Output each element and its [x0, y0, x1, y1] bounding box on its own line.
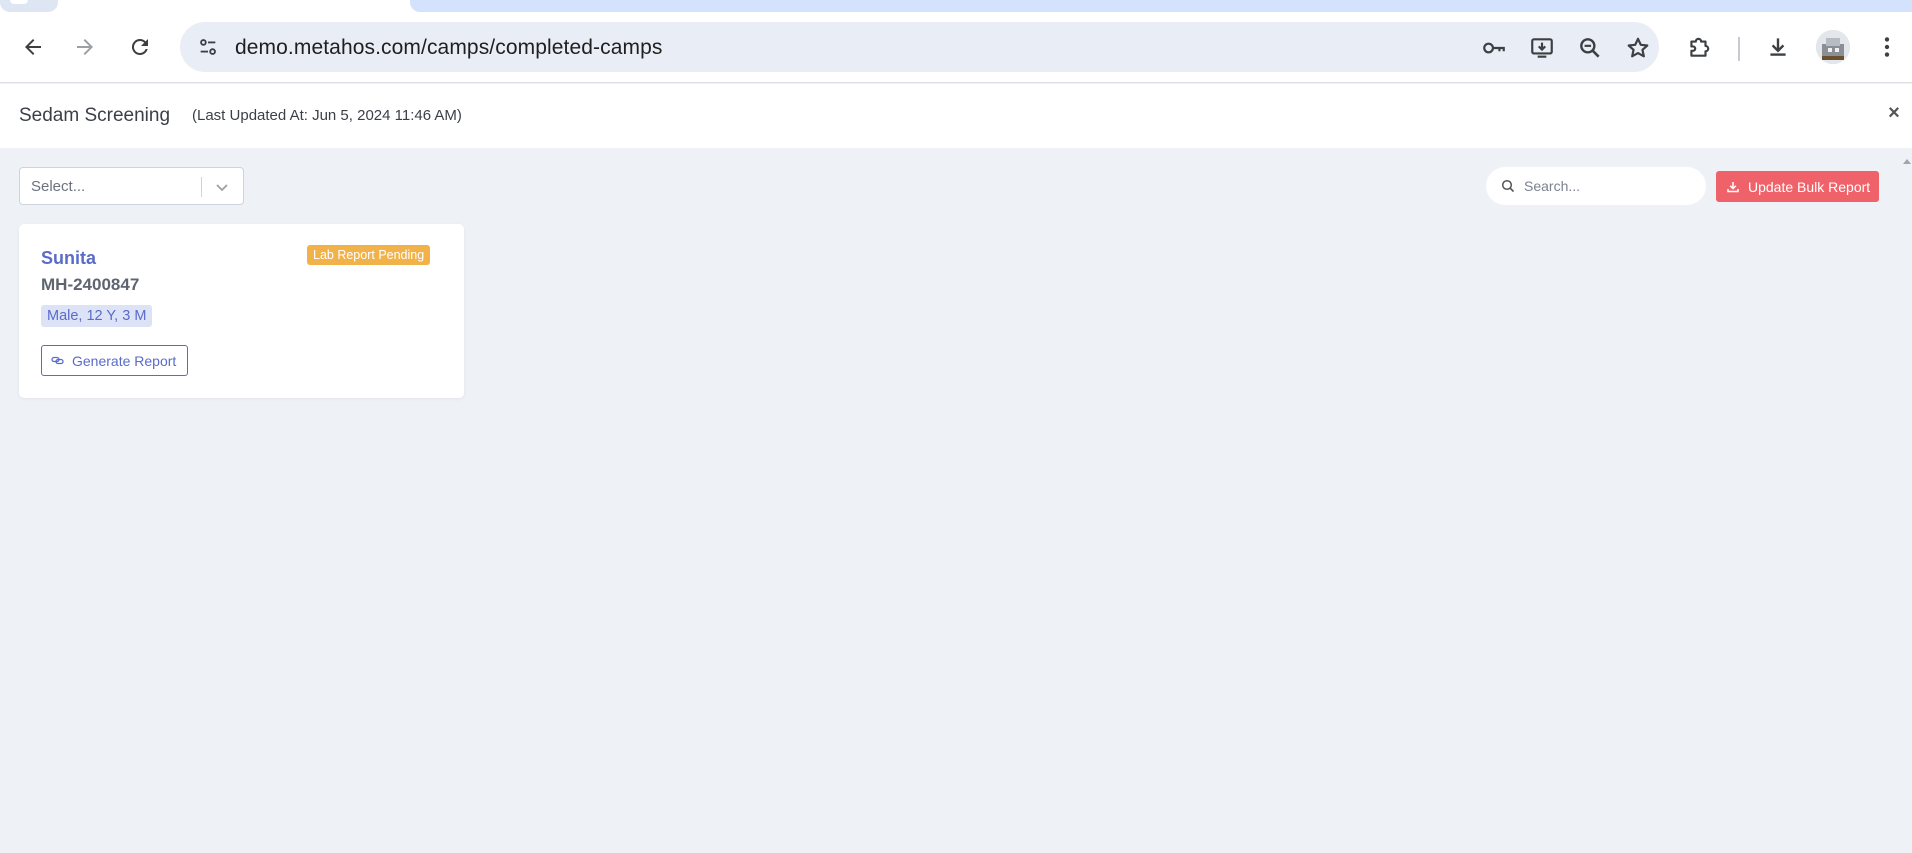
password-key-button[interactable]	[1478, 32, 1510, 64]
site-info-button[interactable]	[192, 31, 224, 63]
search-input[interactable]	[1524, 175, 1694, 197]
page-title: Sedam Screening	[19, 105, 171, 126]
scroll-up-arrow-icon[interactable]	[1902, 156, 1912, 166]
reload-button[interactable]	[122, 29, 158, 65]
toolbar-divider	[1738, 37, 1740, 61]
last-updated-text: (Last Updated At: Jun 5, 2024 11:46 AM)	[192, 107, 462, 124]
active-tab[interactable]	[0, 0, 58, 12]
tab-strip	[0, 0, 1912, 13]
install-app-button[interactable]	[1526, 32, 1558, 64]
back-button[interactable]	[15, 29, 51, 65]
more-vert-icon	[1884, 37, 1890, 57]
camp-filter-select[interactable]: Select...	[19, 167, 244, 205]
download-icon	[1726, 180, 1740, 194]
patient-card: Sunita Lab Report Pending MH-2400847 Mal…	[19, 224, 464, 398]
close-icon: ×	[1888, 102, 1900, 124]
update-bulk-report-button[interactable]: Update Bulk Report	[1716, 171, 1879, 202]
patient-name[interactable]: Sunita	[41, 248, 96, 269]
browser-toolbar: demo.metahos.com/camps/completed-camps	[0, 13, 1912, 83]
install-desktop-icon	[1531, 38, 1553, 58]
puzzle-icon	[1690, 37, 1710, 57]
update-bulk-report-label: Update Bulk Report	[1748, 178, 1871, 195]
patient-id: MH-2400847	[41, 275, 140, 294]
generate-report-label: Generate Report	[72, 352, 177, 369]
arrow-left-icon	[25, 39, 41, 55]
forward-button[interactable]	[67, 29, 103, 65]
downloads-button[interactable]	[1760, 29, 1796, 65]
zoom-button[interactable]	[1574, 32, 1606, 64]
key-icon	[1483, 42, 1505, 54]
address-bar[interactable]: demo.metahos.com/camps/completed-camps	[180, 22, 1659, 72]
download-icon	[1770, 38, 1786, 56]
close-button[interactable]: ×	[1883, 102, 1905, 124]
page-header: Sedam Screening (Last Updated At: Jun 5,…	[0, 84, 1912, 148]
chevron-down-icon[interactable]	[212, 178, 232, 196]
demographics-badge: Male, 12 Y, 3 M	[41, 305, 153, 327]
search-icon	[1499, 177, 1517, 195]
browser-menu-button[interactable]	[1869, 29, 1905, 65]
tune-icon	[200, 39, 216, 55]
extensions-button[interactable]	[1681, 29, 1717, 65]
arrow-right-icon	[77, 39, 93, 55]
tab-strip-background	[410, 0, 1912, 12]
link-icon	[51, 354, 64, 367]
url-text[interactable]: demo.metahos.com/camps/completed-camps	[235, 36, 662, 60]
avatar-icon	[1816, 30, 1850, 64]
generate-report-button[interactable]: Generate Report	[41, 345, 188, 376]
reload-icon	[131, 38, 148, 55]
star-icon	[1627, 37, 1649, 58]
select-placeholder: Select...	[31, 178, 86, 195]
search-field[interactable]	[1486, 167, 1706, 205]
zoom-out-icon	[1580, 38, 1600, 58]
select-separator	[201, 177, 202, 197]
profile-avatar[interactable]	[1816, 30, 1850, 64]
status-badge: Lab Report Pending	[307, 245, 431, 265]
bookmark-button[interactable]	[1622, 32, 1654, 64]
